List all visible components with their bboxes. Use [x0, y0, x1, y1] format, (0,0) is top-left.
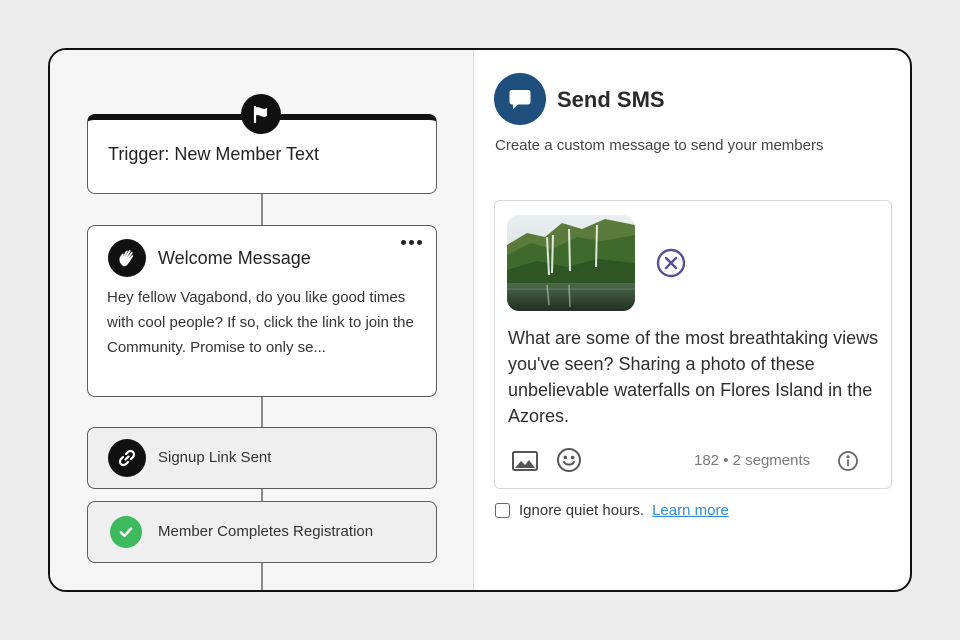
- quiet-hours-label: Ignore quiet hours.: [519, 502, 645, 519]
- more-options-icon[interactable]: [401, 240, 422, 245]
- workflow-canvas: Trigger: New Member Text Welcome Message…: [50, 50, 474, 590]
- connector-line: [261, 397, 263, 427]
- segment-count: 182 • 2 segments: [694, 452, 811, 469]
- step-label: Signup Link Sent: [158, 449, 272, 466]
- welcome-title: Welcome Message: [158, 248, 311, 268]
- connector-line: [261, 563, 263, 590]
- app-window: Trigger: New Member Text Welcome Message…: [48, 48, 912, 592]
- waterfall-photo: [507, 215, 635, 311]
- send-sms-panel: Send SMS Create a custom message to send…: [475, 50, 910, 590]
- ignore-quiet-hours-checkbox[interactable]: [495, 503, 510, 518]
- flag-icon: [241, 94, 281, 134]
- quiet-hours-row: Ignore quiet hours. Learn more: [495, 502, 729, 519]
- trigger-title: Trigger: New Member Text: [108, 144, 320, 164]
- connector-line: [261, 194, 263, 225]
- step-signup-link-sent[interactable]: Signup Link Sent: [87, 427, 437, 489]
- welcome-message-preview: Hey fellow Vagabond, do you like good ti…: [107, 289, 414, 356]
- link-icon: [108, 439, 146, 477]
- chat-bubble-icon: [494, 73, 546, 125]
- welcome-message-card[interactable]: Welcome Message Hey fellow Vagabond, do …: [87, 225, 437, 397]
- trigger-card[interactable]: Trigger: New Member Text: [87, 94, 437, 194]
- emoji-icon[interactable]: [556, 447, 582, 478]
- remove-attachment-icon[interactable]: [655, 247, 687, 279]
- panel-subtitle: Create a custom message to send your mem…: [495, 137, 824, 154]
- learn-more-link[interactable]: Learn more: [652, 502, 729, 519]
- connector-line: [261, 489, 263, 501]
- check-circle-icon: [110, 516, 142, 548]
- message-text[interactable]: What are some of the most breathtaking v…: [508, 325, 880, 429]
- step-label: Member Completes Registration: [158, 523, 374, 540]
- message-composer[interactable]: What are some of the most breathtaking v…: [494, 200, 892, 489]
- panel-title: Send SMS: [557, 87, 665, 112]
- info-icon[interactable]: [837, 450, 859, 477]
- image-icon[interactable]: [511, 449, 539, 478]
- step-member-completes-registration[interactable]: Member Completes Registration: [87, 501, 437, 563]
- wave-hand-icon: [108, 239, 146, 277]
